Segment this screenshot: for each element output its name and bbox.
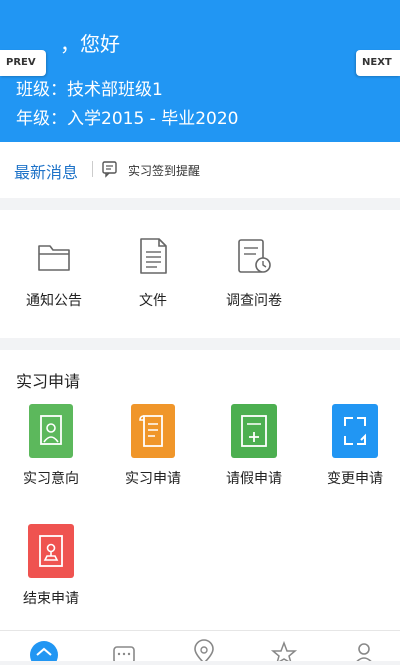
location-icon bbox=[194, 639, 214, 665]
leave-label: 请假申请 bbox=[226, 471, 282, 487]
tab-profile[interactable] bbox=[344, 639, 384, 665]
leave-icon bbox=[231, 404, 277, 458]
folder-icon bbox=[38, 245, 70, 271]
change-icon bbox=[332, 404, 378, 458]
bottom-tab-bar bbox=[0, 630, 400, 665]
section-title: 实习申请 bbox=[16, 372, 81, 391]
news-title: 最新消息 bbox=[14, 163, 79, 182]
end-icon bbox=[28, 524, 74, 578]
intention-item[interactable]: 实习意向 bbox=[1, 404, 101, 488]
quick-access-section: 通知公告 文件 调查问卷 bbox=[0, 210, 400, 338]
star-icon bbox=[270, 640, 298, 665]
tab-location[interactable] bbox=[184, 639, 224, 665]
notice-item[interactable]: 通知公告 bbox=[4, 236, 104, 310]
greeting-text: ，您好 bbox=[60, 32, 120, 56]
application-item[interactable]: 实习申请 bbox=[103, 404, 203, 488]
change-item[interactable]: 变更申请 bbox=[305, 404, 400, 488]
survey-icon bbox=[238, 239, 271, 273]
notice-label: 通知公告 bbox=[26, 293, 82, 309]
profile-icon bbox=[353, 643, 375, 665]
file-item[interactable]: 文件 bbox=[103, 236, 203, 310]
next-button[interactable]: NEXT bbox=[356, 50, 400, 76]
file-label: 文件 bbox=[139, 293, 167, 309]
chat-icon bbox=[113, 646, 135, 664]
prev-button[interactable]: PREV bbox=[0, 50, 46, 76]
grade-info: 年级：入学2015 - 毕业2020 bbox=[16, 109, 239, 129]
end-item[interactable]: 结束申请 bbox=[1, 524, 101, 608]
intention-icon bbox=[29, 404, 73, 458]
end-label: 结束申请 bbox=[23, 591, 79, 607]
news-bar[interactable]: 最新消息 实习签到提醒 bbox=[0, 142, 400, 198]
file-icon bbox=[140, 238, 167, 274]
leave-item[interactable]: 请假申请 bbox=[204, 404, 304, 488]
survey-item[interactable]: 调查问卷 bbox=[204, 236, 304, 310]
change-label: 变更申请 bbox=[327, 471, 383, 487]
home-icon bbox=[30, 641, 58, 665]
tab-favorites[interactable] bbox=[264, 639, 304, 665]
news-message[interactable]: 实习签到提醒 bbox=[128, 162, 200, 179]
application-icon bbox=[131, 404, 175, 458]
profile-header: ，您好 班级：技术部班级1 年级：入学2015 - 毕业2020 bbox=[0, 0, 400, 142]
internship-section: 实习申请 实习意向 实习申请 请假申请 变更申请 结束申请 bbox=[0, 350, 400, 630]
divider bbox=[92, 161, 93, 177]
intention-label: 实习意向 bbox=[23, 471, 79, 487]
tab-home[interactable] bbox=[24, 639, 64, 665]
application-label: 实习申请 bbox=[125, 471, 181, 487]
class-info: 班级：技术部班级1 bbox=[16, 80, 163, 100]
tab-chat[interactable] bbox=[104, 639, 144, 664]
message-icon bbox=[102, 161, 117, 178]
survey-label: 调查问卷 bbox=[226, 293, 282, 309]
